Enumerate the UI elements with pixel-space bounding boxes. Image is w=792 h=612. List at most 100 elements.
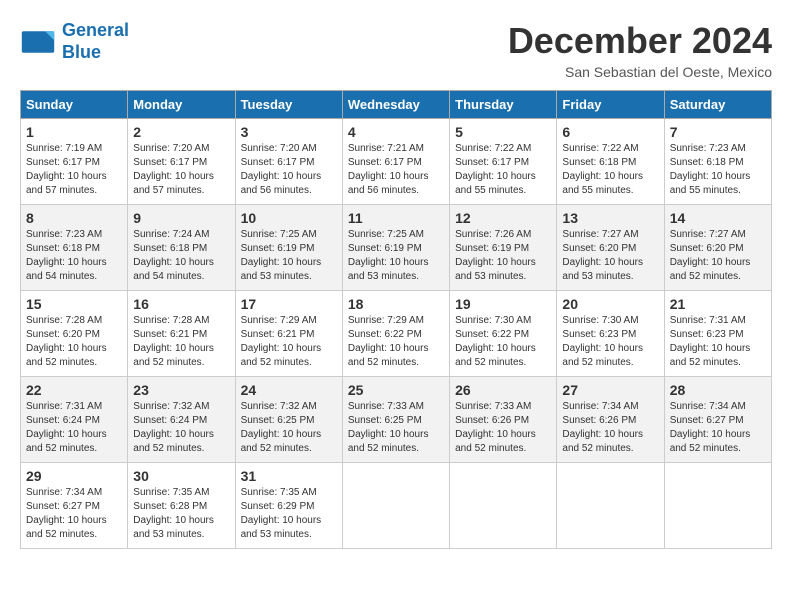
day-info: Sunrise: 7:20 AM Sunset: 6:17 PM Dayligh…: [241, 142, 337, 198]
calendar-cell: 20 Sunrise: 7:30 AM Sunset: 6:23 PM Dayli…: [557, 291, 664, 377]
day-info: Sunrise: 7:27 AM Sunset: 6:20 PM Dayligh…: [562, 228, 658, 284]
day-number: 1: [26, 124, 122, 140]
calendar-cell: 27 Sunrise: 7:34 AM Sunset: 6:26 PM Dayli…: [557, 377, 664, 463]
day-info: Sunrise: 7:29 AM Sunset: 6:22 PM Dayligh…: [348, 314, 444, 370]
day-number: 9: [133, 210, 229, 226]
calendar-cell: 30Sunrise: 7:35 AM Sunset: 6:28 PM Dayli…: [128, 463, 235, 549]
day-info: Sunrise: 7:22 AM Sunset: 6:18 PM Dayligh…: [562, 142, 658, 198]
day-number: 22: [26, 382, 122, 398]
calendar-cell: [450, 463, 557, 549]
calendar-cell: 24 Sunrise: 7:32 AM Sunset: 6:25 PM Dayli…: [235, 377, 342, 463]
day-number: 20: [562, 296, 658, 312]
day-info: Sunrise: 7:28 AM Sunset: 6:20 PM Dayligh…: [26, 314, 122, 370]
logo-text: General Blue: [62, 20, 129, 63]
day-info: Sunrise: 7:28 AM Sunset: 6:21 PM Dayligh…: [133, 314, 229, 370]
calendar-cell: 22 Sunrise: 7:31 AM Sunset: 6:24 PM Dayli…: [21, 377, 128, 463]
logo-line2: Blue: [62, 42, 129, 64]
column-header-monday: Monday: [128, 91, 235, 119]
day-info: Sunrise: 7:19 AM Sunset: 6:17 PM Dayligh…: [26, 142, 122, 198]
calendar-cell: 8 Sunrise: 7:23 AM Sunset: 6:18 PM Daylig…: [21, 205, 128, 291]
day-info: Sunrise: 7:23 AM Sunset: 6:18 PM Dayligh…: [26, 228, 122, 284]
day-number: 4: [348, 124, 444, 140]
day-info: Sunrise: 7:34 AM Sunset: 6:26 PM Dayligh…: [562, 400, 658, 456]
title-block: December 2024 San Sebastian del Oeste, M…: [508, 20, 772, 80]
calendar-week-row: 1 Sunrise: 7:19 AM Sunset: 6:17 PM Daylig…: [21, 119, 772, 205]
page-header: General Blue December 2024 San Sebastian…: [20, 20, 772, 80]
day-number: 15: [26, 296, 122, 312]
column-header-tuesday: Tuesday: [235, 91, 342, 119]
day-info: Sunrise: 7:32 AM Sunset: 6:25 PM Dayligh…: [241, 400, 337, 456]
calendar-cell: 6 Sunrise: 7:22 AM Sunset: 6:18 PM Daylig…: [557, 119, 664, 205]
day-number: 28: [670, 382, 766, 398]
day-number: 19: [455, 296, 551, 312]
calendar-cell: 14Sunrise: 7:27 AM Sunset: 6:20 PM Dayli…: [664, 205, 771, 291]
day-info: Sunrise: 7:22 AM Sunset: 6:17 PM Dayligh…: [455, 142, 551, 198]
calendar-cell: 25 Sunrise: 7:33 AM Sunset: 6:25 PM Dayli…: [342, 377, 449, 463]
calendar-cell: 18 Sunrise: 7:29 AM Sunset: 6:22 PM Dayli…: [342, 291, 449, 377]
calendar-cell: 11 Sunrise: 7:25 AM Sunset: 6:19 PM Dayli…: [342, 205, 449, 291]
day-number: 29: [26, 468, 122, 484]
day-number: 30: [133, 468, 229, 484]
day-number: 17: [241, 296, 337, 312]
day-number: 16: [133, 296, 229, 312]
day-number: 12: [455, 210, 551, 226]
logo: General Blue: [20, 20, 129, 63]
day-number: 11: [348, 210, 444, 226]
day-number: 27: [562, 382, 658, 398]
calendar-cell: [664, 463, 771, 549]
day-info: Sunrise: 7:21 AM Sunset: 6:17 PM Dayligh…: [348, 142, 444, 198]
day-info: Sunrise: 7:20 AM Sunset: 6:17 PM Dayligh…: [133, 142, 229, 198]
day-info: Sunrise: 7:33 AM Sunset: 6:26 PM Dayligh…: [455, 400, 551, 456]
calendar-cell: 2Sunrise: 7:20 AM Sunset: 6:17 PM Daylig…: [128, 119, 235, 205]
day-number: 31: [241, 468, 337, 484]
calendar-cell: [557, 463, 664, 549]
day-info: Sunrise: 7:31 AM Sunset: 6:23 PM Dayligh…: [670, 314, 766, 370]
calendar-cell: 5Sunrise: 7:22 AM Sunset: 6:17 PM Daylig…: [450, 119, 557, 205]
day-info: Sunrise: 7:30 AM Sunset: 6:22 PM Dayligh…: [455, 314, 551, 370]
day-number: 8: [26, 210, 122, 226]
calendar-cell: [342, 463, 449, 549]
calendar-table: SundayMondayTuesdayWednesdayThursdayFrid…: [20, 90, 772, 549]
day-info: Sunrise: 7:34 AM Sunset: 6:27 PM Dayligh…: [26, 486, 122, 542]
calendar-cell: 19 Sunrise: 7:30 AM Sunset: 6:22 PM Dayli…: [450, 291, 557, 377]
calendar-cell: 26 Sunrise: 7:33 AM Sunset: 6:26 PM Dayli…: [450, 377, 557, 463]
day-info: Sunrise: 7:34 AM Sunset: 6:27 PM Dayligh…: [670, 400, 766, 456]
day-number: 6: [562, 124, 658, 140]
column-header-friday: Friday: [557, 91, 664, 119]
month-title: December 2024: [508, 20, 772, 62]
calendar-cell: 15 Sunrise: 7:28 AM Sunset: 6:20 PM Dayli…: [21, 291, 128, 377]
calendar-cell: 31Sunrise: 7:35 AM Sunset: 6:29 PM Dayli…: [235, 463, 342, 549]
day-info: Sunrise: 7:31 AM Sunset: 6:24 PM Dayligh…: [26, 400, 122, 456]
day-number: 3: [241, 124, 337, 140]
logo-icon: [20, 24, 56, 60]
day-number: 24: [241, 382, 337, 398]
calendar-cell: 1 Sunrise: 7:19 AM Sunset: 6:17 PM Daylig…: [21, 119, 128, 205]
calendar-week-row: 15 Sunrise: 7:28 AM Sunset: 6:20 PM Dayli…: [21, 291, 772, 377]
logo-line1: General: [62, 20, 129, 40]
day-info: Sunrise: 7:33 AM Sunset: 6:25 PM Dayligh…: [348, 400, 444, 456]
day-number: 25: [348, 382, 444, 398]
calendar-cell: 12 Sunrise: 7:26 AM Sunset: 6:19 PM Dayli…: [450, 205, 557, 291]
day-info: Sunrise: 7:30 AM Sunset: 6:23 PM Dayligh…: [562, 314, 658, 370]
column-header-wednesday: Wednesday: [342, 91, 449, 119]
day-number: 7: [670, 124, 766, 140]
day-info: Sunrise: 7:25 AM Sunset: 6:19 PM Dayligh…: [241, 228, 337, 284]
calendar-cell: 29 Sunrise: 7:34 AM Sunset: 6:27 PM Dayli…: [21, 463, 128, 549]
column-header-sunday: Sunday: [21, 91, 128, 119]
calendar-cell: 28 Sunrise: 7:34 AM Sunset: 6:27 PM Dayli…: [664, 377, 771, 463]
calendar-cell: 17 Sunrise: 7:29 AM Sunset: 6:21 PM Dayli…: [235, 291, 342, 377]
location-subtitle: San Sebastian del Oeste, Mexico: [508, 64, 772, 80]
day-number: 18: [348, 296, 444, 312]
day-info: Sunrise: 7:29 AM Sunset: 6:21 PM Dayligh…: [241, 314, 337, 370]
column-header-thursday: Thursday: [450, 91, 557, 119]
day-number: 26: [455, 382, 551, 398]
day-number: 21: [670, 296, 766, 312]
day-info: Sunrise: 7:32 AM Sunset: 6:24 PM Dayligh…: [133, 400, 229, 456]
day-info: Sunrise: 7:26 AM Sunset: 6:19 PM Dayligh…: [455, 228, 551, 284]
calendar-cell: 21 Sunrise: 7:31 AM Sunset: 6:23 PM Dayli…: [664, 291, 771, 377]
calendar-cell: 10Sunrise: 7:25 AM Sunset: 6:19 PM Dayli…: [235, 205, 342, 291]
day-number: 23: [133, 382, 229, 398]
calendar-cell: 9Sunrise: 7:24 AM Sunset: 6:18 PM Daylig…: [128, 205, 235, 291]
calendar-cell: 4 Sunrise: 7:21 AM Sunset: 6:17 PM Daylig…: [342, 119, 449, 205]
day-info: Sunrise: 7:25 AM Sunset: 6:19 PM Dayligh…: [348, 228, 444, 284]
